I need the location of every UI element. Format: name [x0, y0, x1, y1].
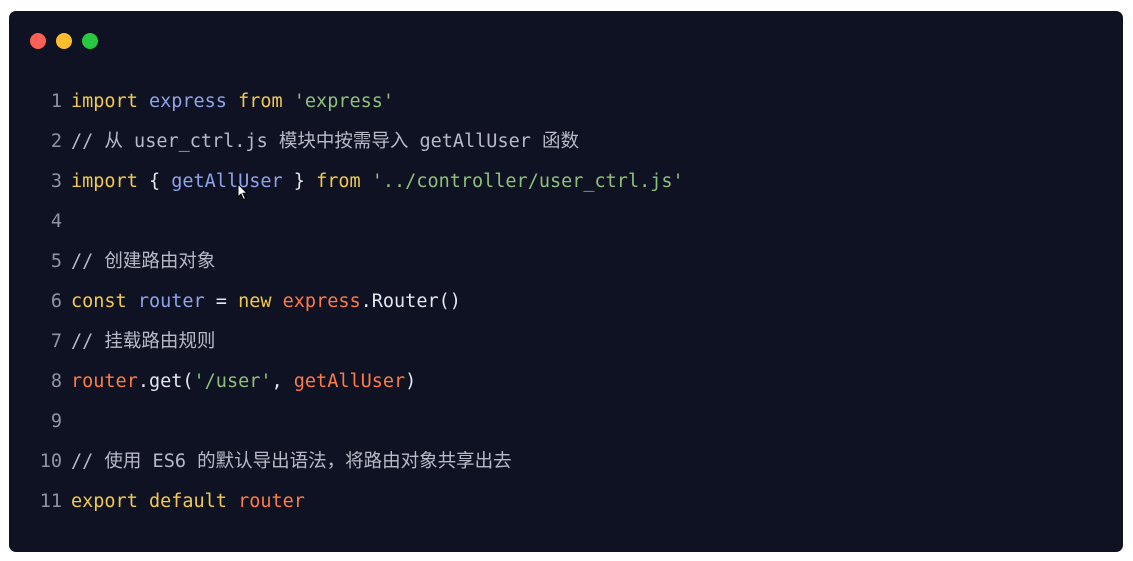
line-number: 4: [50, 211, 62, 232]
code-line: 2 // 从 user_ctrl.js 模块中按需导入 getAllUser 函数: [9, 122, 1123, 162]
code-line: 10 // 使用 ES6 的默认导出语法，将路由对象共享出去: [9, 442, 1123, 482]
code-token: ,: [271, 371, 294, 392]
line-content: import express from 'express': [71, 82, 394, 122]
line-content: const router = new express.Router(): [71, 282, 461, 322]
code-token: getAllUser: [171, 171, 283, 192]
code-token: from: [238, 91, 283, 112]
mouse-pointer-icon: [237, 183, 249, 201]
line-number: 2: [50, 131, 62, 152]
line-content: // 挂载路由规则: [71, 322, 215, 362]
code-token: // 创建路由对象: [71, 251, 216, 272]
line-content: import { getAllUser } from '../controlle…: [71, 162, 684, 202]
line-number: 8: [50, 371, 62, 392]
code-token: export: [71, 491, 138, 512]
code-token: .get(: [137, 371, 194, 392]
line-number: 5: [50, 251, 62, 272]
code-token: express: [282, 291, 361, 312]
code-token: // 挂载路由规则: [71, 331, 216, 352]
code-token: }: [282, 171, 317, 192]
line-content: // 从 user_ctrl.js 模块中按需导入 getAllUser 函数: [71, 122, 579, 162]
code-line: 5 // 创建路由对象: [9, 242, 1123, 282]
line-number: 7: [50, 331, 62, 352]
code-token: ): [405, 371, 417, 392]
code-token: =: [204, 291, 239, 312]
code-token: // 从 user_ctrl.js 模块中按需导入 getAllUser 函数: [71, 131, 580, 152]
line-number: 10: [39, 451, 62, 472]
code-line: 8 router.get('/user', getAllUser): [9, 362, 1123, 402]
code-token: // 使用 ES6 的默认导出语法，将路由对象共享出去: [71, 451, 512, 472]
code-token: .Router(): [360, 291, 461, 312]
code-token: 'express': [293, 91, 395, 112]
code-line: 11 export default router: [9, 482, 1123, 522]
code-token: express: [148, 91, 227, 112]
code-token: {: [137, 171, 172, 192]
code-token: default: [148, 491, 227, 512]
line-number: 1: [50, 91, 62, 112]
code-token: router: [137, 291, 205, 312]
code-line: 1 import express from 'express': [9, 82, 1123, 122]
code-window: 1 import express from 'express' 2 // 从 user…: [9, 11, 1123, 552]
code-token: new: [238, 291, 272, 312]
code-token: getAllUser: [293, 371, 406, 392]
code-token: import: [71, 171, 138, 192]
maximize-dot-icon[interactable]: [82, 33, 98, 49]
line-content: export default router: [71, 482, 305, 522]
code-block: 1 import express from 'express' 2 // 从 user…: [9, 82, 1123, 522]
code-token: router: [238, 491, 305, 512]
code-line: 4: [9, 202, 1123, 242]
code-line: 3 import { getAllUser } from '../controll…: [9, 162, 1123, 202]
code-token: const: [71, 291, 127, 312]
code-line: 9: [9, 402, 1123, 442]
code-token: router: [71, 371, 138, 392]
line-number: 3: [50, 171, 62, 192]
code-token: '/user': [193, 371, 272, 392]
code-token: import: [71, 91, 138, 112]
line-content: // 使用 ES6 的默认导出语法，将路由对象共享出去: [71, 442, 512, 482]
minimize-dot-icon[interactable]: [56, 33, 72, 49]
close-dot-icon[interactable]: [30, 33, 46, 49]
code-token: '../controller/user_ctrl.js': [371, 171, 684, 192]
code-token: from: [316, 171, 361, 192]
line-number: 6: [50, 291, 62, 312]
code-line: 7 // 挂载路由规则: [9, 322, 1123, 362]
line-number: 11: [39, 491, 62, 512]
line-content: router.get('/user', getAllUser): [71, 362, 416, 402]
code-line: 6 const router = new express.Router(): [9, 282, 1123, 322]
line-content: // 创建路由对象: [71, 242, 215, 282]
line-number: 9: [50, 411, 62, 432]
